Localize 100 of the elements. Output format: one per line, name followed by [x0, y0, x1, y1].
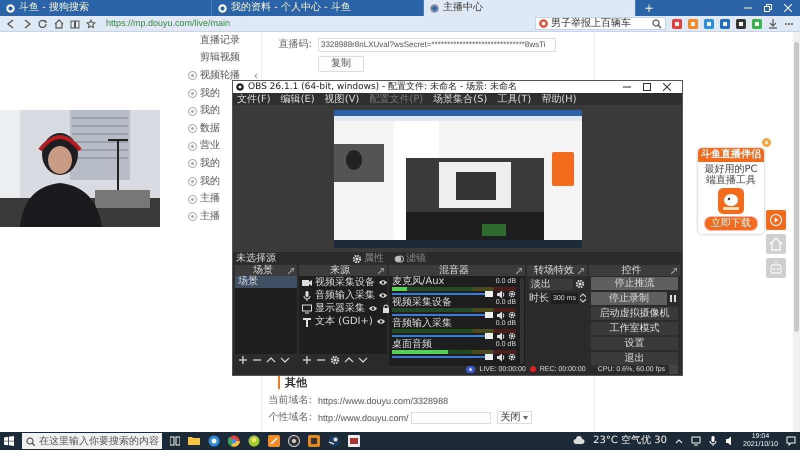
slider-thumb[interactable] [485, 354, 493, 360]
gear-icon[interactable] [508, 332, 516, 340]
app-icon[interactable] [348, 435, 360, 447]
folder-icon[interactable] [188, 435, 200, 447]
plus-icon[interactable] [302, 355, 312, 365]
sidebar-item[interactable]: 我的 [180, 155, 220, 173]
transition-select[interactable]: 淡出 [529, 278, 573, 290]
menu-item[interactable]: 工具(T) [497, 94, 532, 104]
app-icon[interactable] [308, 435, 320, 447]
sidebar-item[interactable]: 我的 [180, 102, 220, 120]
chevron-up-icon[interactable] [674, 437, 683, 445]
undock-icon[interactable] [671, 268, 677, 274]
control-button[interactable]: 停止推流 [591, 277, 678, 290]
speaker-icon[interactable] [496, 290, 505, 298]
menu-item[interactable]: 帮助(H) [541, 94, 577, 104]
sidebar-item[interactable]: 我的 [180, 172, 220, 190]
scene-item[interactable]: 场景 [235, 276, 297, 288]
eye-icon[interactable] [378, 278, 388, 287]
undock-icon[interactable] [516, 268, 522, 274]
sidebar-item[interactable]: 主播 [180, 190, 220, 208]
reload-icon[interactable] [38, 18, 48, 28]
gear-icon[interactable] [508, 290, 516, 298]
volume-slider[interactable] [392, 333, 493, 339]
menu-item[interactable]: 编辑(E) [280, 94, 315, 104]
source-item[interactable]: 视频采集设备 [315, 277, 375, 288]
search-field[interactable]: 男子举报上百辆车 [534, 17, 666, 30]
up-icon[interactable] [266, 355, 276, 365]
sidebar-item[interactable]: 数据 [180, 120, 220, 138]
mic-icon[interactable] [708, 436, 717, 446]
volume-slider[interactable] [392, 354, 493, 360]
undock-icon[interactable] [378, 268, 384, 274]
speaker-icon[interactable] [496, 352, 505, 362]
book-icon[interactable] [70, 18, 80, 28]
control-button[interactable]: 停止录制 [591, 292, 667, 305]
restore-icon[interactable] [764, 4, 772, 12]
notification-icon[interactable] [786, 436, 796, 446]
pause-icon[interactable] [668, 292, 678, 305]
down-icon[interactable] [280, 355, 290, 365]
eye-icon[interactable] [376, 317, 386, 326]
back-icon[interactable] [6, 18, 16, 28]
eye-icon[interactable] [368, 304, 378, 313]
caret-icon [522, 416, 528, 420]
slider-thumb[interactable] [485, 312, 493, 318]
sidebar-item[interactable]: 主播 [180, 208, 220, 226]
control-button[interactable]: 退出 [591, 352, 678, 365]
lock-icon[interactable] [381, 304, 391, 313]
menu-item[interactable]: 场景集合(S) [433, 94, 488, 104]
maximize-icon[interactable] [643, 83, 651, 91]
slider-thumb[interactable] [485, 291, 493, 297]
windows-icon[interactable] [4, 436, 14, 446]
sidebar-item[interactable]: 我的 [180, 84, 220, 102]
up-icon[interactable] [344, 355, 354, 365]
control-button[interactable]: 设置 [591, 337, 678, 350]
menu-item[interactable]: 视图(V) [324, 94, 360, 104]
eye-icon[interactable] [378, 291, 388, 300]
select-dropdown[interactable]: 关闭 [496, 411, 532, 424]
gear-icon[interactable] [330, 355, 340, 365]
close-icon[interactable] [663, 83, 671, 91]
stream-code-field[interactable]: 3328988r8nLXUval?wsSecret=******************************8wsTi [318, 38, 556, 52]
gear-icon [352, 254, 362, 264]
control-button[interactable]: 工作室模式 [591, 322, 678, 335]
app-icon[interactable] [268, 435, 280, 447]
star-icon[interactable] [86, 18, 96, 28]
gear-icon[interactable] [575, 279, 585, 289]
control-button[interactable]: 启动虚拟摄像机 [591, 307, 678, 320]
network-icon[interactable] [690, 436, 701, 446]
volume-slider[interactable] [392, 291, 493, 297]
speaker-icon[interactable] [496, 310, 505, 320]
sidebar-item[interactable]: 营业 [180, 138, 220, 156]
channel-name: 桌面音频 [392, 339, 432, 350]
copy-button[interactable]: 复制 [318, 56, 364, 72]
address-field[interactable]: https://mp.douyu.com/live/main [102, 17, 529, 30]
home-icon[interactable] [54, 18, 64, 28]
new-tab-button[interactable]: + [636, 0, 662, 16]
undock-icon[interactable] [288, 268, 294, 274]
download-icon[interactable] [768, 18, 778, 28]
search-icon[interactable] [652, 18, 662, 28]
source-item[interactable]: 音频输入采集 [315, 290, 375, 301]
domain-link[interactable]: https://www.douyu.com/3328988 [318, 396, 448, 406]
source-item[interactable]: 显示器采集 [315, 303, 365, 314]
volume-slider[interactable] [392, 312, 493, 318]
input-field[interactable] [410, 412, 491, 424]
spinner-icon[interactable] [580, 293, 586, 303]
down-icon[interactable] [358, 355, 368, 365]
sidebar-item[interactable]: 剪辑视频 [180, 50, 240, 68]
app-icon[interactable] [248, 435, 260, 447]
gear-icon[interactable] [508, 311, 516, 319]
plus-icon[interactable] [238, 355, 248, 365]
undock-icon[interactable] [578, 268, 584, 274]
gear-icon[interactable] [508, 353, 516, 361]
task-view-icon[interactable] [170, 436, 180, 446]
speaker-icon[interactable] [496, 332, 505, 340]
browser-tab[interactable]: 主播中心 [424, 0, 636, 16]
menu-item[interactable]: 文件(F) [237, 94, 271, 104]
slider-thumb[interactable] [485, 333, 493, 339]
scrollbar[interactable] [793, 32, 800, 432]
forward-icon[interactable] [22, 18, 32, 28]
circle-icon [188, 89, 197, 98]
source-item[interactable]: 文本 (GDI+) [315, 316, 373, 327]
sidebar-item[interactable]: 直播记录 [180, 32, 240, 50]
